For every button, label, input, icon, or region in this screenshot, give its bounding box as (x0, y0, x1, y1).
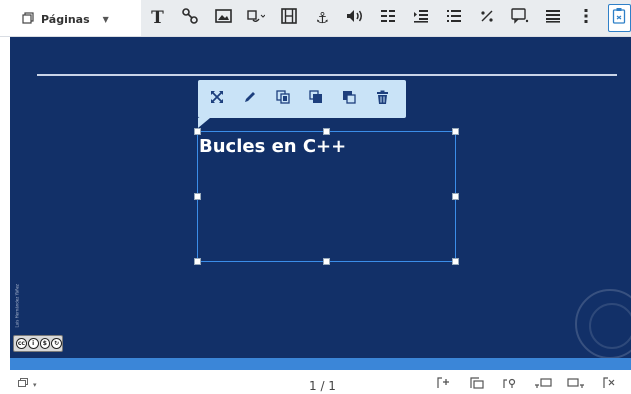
anchor-icon: ⚓ (315, 9, 330, 27)
bring-front-icon (309, 90, 323, 108)
shapes-icon (182, 8, 199, 28)
indent-tool-button[interactable] (405, 3, 438, 33)
resize-handle-se[interactable] (452, 258, 459, 265)
delete-page-button[interactable] (599, 376, 619, 392)
page-settings-button[interactable] (500, 377, 520, 391)
chevron-down-icon: ▼ (102, 14, 109, 24)
more-tool-button[interactable] (570, 3, 603, 33)
element-toolbar (198, 80, 406, 128)
image-icon (215, 9, 232, 27)
status-bar: ▾ 1 / 1 (0, 370, 631, 394)
pages-icon (22, 11, 34, 27)
video-tool-button[interactable] (273, 3, 306, 33)
align-icon (380, 9, 396, 27)
pages-icon (18, 378, 29, 391)
page-settings-icon (503, 377, 517, 392)
duplicate-page-button[interactable] (467, 376, 487, 392)
image-tool-button[interactable] (207, 3, 240, 33)
move-page-right-button[interactable] (566, 377, 586, 391)
license-badge: cc i $ ↻ (13, 335, 63, 352)
resize-handle-nw[interactable] (194, 128, 201, 135)
comment-tool-button[interactable] (504, 3, 537, 33)
chevron-icon: ▾ (33, 380, 37, 389)
speaker-icon (346, 9, 364, 27)
cc-icon: cc (16, 338, 27, 349)
object-icon (247, 9, 266, 27)
list-tool-button[interactable] (438, 3, 471, 33)
move-page-left-button[interactable] (533, 377, 553, 391)
move-left-icon (534, 377, 552, 392)
clipboard-icon (612, 7, 626, 29)
editor-app: Páginas ▼ T ⚓ Luis Hernández Yáñez cc i … (0, 0, 631, 394)
shapes-tool-button[interactable] (174, 3, 207, 33)
delete-page-icon (603, 376, 615, 392)
trash-icon (376, 90, 389, 109)
pages-dropdown[interactable]: Páginas ▼ (22, 8, 109, 30)
anchor-tool-button[interactable]: ⚓ (306, 3, 339, 33)
page-actions (434, 376, 619, 392)
list-icon (446, 9, 462, 27)
fraction-tool-button[interactable] (471, 3, 504, 33)
resize-handle-e[interactable] (452, 193, 459, 200)
edit-button[interactable] (238, 86, 262, 112)
expand-button[interactable] (205, 86, 229, 112)
main-toolbar: Páginas ▼ T ⚓ (0, 0, 631, 37)
paste-tool-button[interactable] (607, 4, 631, 32)
resize-handle-ne[interactable] (452, 128, 459, 135)
text-icon: T (151, 8, 164, 28)
fraction-icon (479, 9, 495, 27)
insert-tools: T ⚓ (141, 0, 631, 36)
by-icon: i (27, 338, 39, 349)
indent-icon (413, 9, 429, 27)
slide-bottom-band (10, 358, 631, 370)
sa-icon: ↻ (51, 338, 62, 349)
pencil-icon (243, 90, 257, 108)
slide-title[interactable]: Bucles en C++ (199, 136, 346, 157)
page-view-toggle[interactable]: ▾ (18, 378, 37, 391)
slide-canvas[interactable]: Luis Hernández Yáñez cc i $ ↻ Bucles en … (10, 37, 631, 360)
audio-tool-button[interactable] (339, 3, 372, 33)
author-credit-text: Luis Hernández Yáñez (14, 283, 20, 328)
resize-handle-n[interactable] (323, 128, 330, 135)
text-tool-button[interactable]: T (141, 3, 174, 33)
page-indicator: 1 / 1 (309, 379, 336, 393)
duplicate-page-icon (470, 376, 484, 392)
copy-icon (276, 90, 290, 108)
lines-icon (545, 9, 561, 27)
send-back-icon (342, 90, 356, 108)
more-vertical-icon (583, 8, 589, 28)
comment-icon (511, 8, 529, 28)
send-back-button[interactable] (337, 86, 361, 112)
lines-tool-button[interactable] (537, 3, 570, 33)
pages-label: Páginas (41, 12, 90, 26)
expand-icon (210, 90, 224, 108)
resize-handle-sw[interactable] (194, 258, 201, 265)
object-tool-button[interactable] (240, 3, 273, 33)
author-credit: Luis Hernández Yáñez (12, 270, 22, 330)
film-icon (281, 8, 298, 28)
move-right-icon (567, 377, 585, 392)
delete-button[interactable] (370, 86, 394, 112)
add-page-button[interactable] (434, 376, 454, 392)
nc-icon: $ (39, 338, 51, 349)
university-crest-watermark (575, 289, 631, 359)
resize-handle-s[interactable] (323, 258, 330, 265)
duplicate-button[interactable] (271, 86, 295, 112)
resize-handle-w[interactable] (194, 193, 201, 200)
add-page-icon (437, 376, 451, 392)
title-divider (37, 74, 617, 76)
align-tool-button[interactable] (372, 3, 405, 33)
bring-front-button[interactable] (304, 86, 328, 112)
